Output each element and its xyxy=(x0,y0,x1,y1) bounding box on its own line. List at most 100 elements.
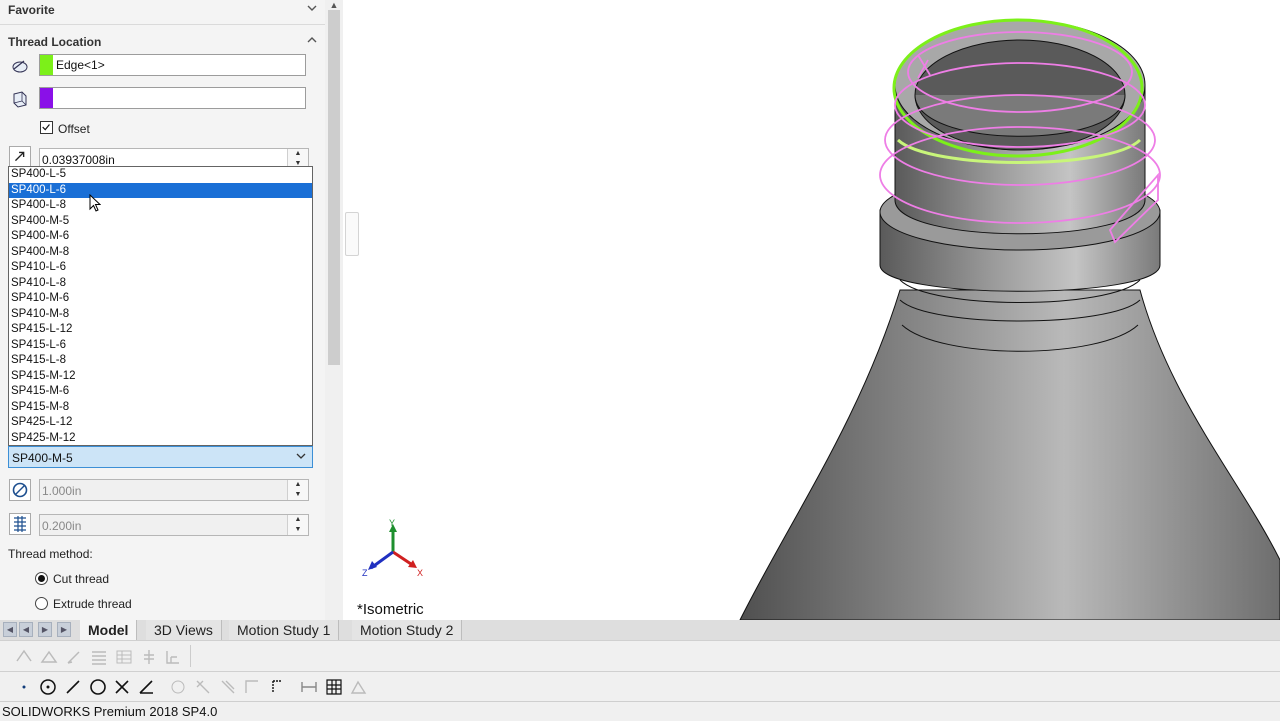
angle-icon[interactable] xyxy=(137,677,157,697)
favorite-section-header[interactable]: Favorite xyxy=(0,0,325,20)
dropdown-option[interactable]: SP400-M-5 xyxy=(9,214,312,230)
edge-selection-icon xyxy=(12,60,28,73)
table-icon[interactable] xyxy=(114,647,134,667)
arrow-icon xyxy=(14,151,25,162)
divider xyxy=(0,24,325,25)
panel-scrollbar[interactable]: ▲ xyxy=(325,0,343,620)
panel-collapse-handle[interactable] xyxy=(345,212,359,256)
toolbar-divider xyxy=(190,645,191,667)
dropdown-option[interactable]: SP400-M-6 xyxy=(9,229,312,245)
annotation-toolbar xyxy=(0,640,1280,672)
dropdown-option[interactable]: SP415-L-8 xyxy=(9,353,312,369)
dropdown-option[interactable]: SP415-M-8 xyxy=(9,400,312,416)
thread-size-dropdown-list[interactable]: SP400-L-5 SP400-L-6 SP400-L-8 SP400-M-5 SP40… xyxy=(8,166,313,446)
pencil-icon[interactable] xyxy=(64,647,84,667)
note-icon[interactable] xyxy=(39,647,59,667)
relation-icon[interactable] xyxy=(349,677,369,697)
cut-thread-radio[interactable] xyxy=(35,572,48,585)
pitch-icon xyxy=(9,513,31,535)
triad-z-label: Z xyxy=(362,568,368,578)
status-bar: SOLIDWORKS Premium 2018 SP4.0 xyxy=(0,701,1280,721)
dropdown-option[interactable]: SP410-M-8 xyxy=(9,307,312,323)
point-icon[interactable] xyxy=(14,677,34,697)
edge-selection-value: Edge<1> xyxy=(56,58,105,72)
diameter-value: 1.000in xyxy=(42,484,82,498)
first-tab-icon[interactable]: ◀ xyxy=(3,622,17,637)
diameter-icon xyxy=(9,479,31,501)
edge-color-swatch xyxy=(40,55,53,75)
view-orientation-label: *Isometric xyxy=(357,601,424,618)
face-selection-box[interactable] xyxy=(39,87,306,109)
diameter-spin-buttons[interactable]: ▲ ▼ xyxy=(287,480,308,500)
graphics-area[interactable]: Y X Z xyxy=(343,0,1280,621)
tab-motion-study-1[interactable]: Motion Study 1 xyxy=(229,620,340,640)
favorite-label: Favorite xyxy=(8,3,55,17)
dropdown-option[interactable]: SP410-L-8 xyxy=(9,276,312,292)
trim-icon[interactable] xyxy=(112,677,132,697)
mirror-icon[interactable] xyxy=(193,677,213,697)
dropdown-option[interactable]: SP425-L-12 xyxy=(9,415,312,431)
offset-direction-button[interactable] xyxy=(9,146,31,168)
datum-icon[interactable] xyxy=(139,647,159,667)
model-tab-bar: ◀ ◀ ▶ ▶ Model 3D Views Motion Study 1 Mo… xyxy=(0,620,1280,640)
list-icon[interactable] xyxy=(89,647,109,667)
corner-icon[interactable] xyxy=(242,677,262,697)
triad-y-label: Y xyxy=(389,518,395,528)
tab-model[interactable]: Model xyxy=(80,620,138,640)
dropdown-option[interactable]: SP425-M-12 xyxy=(9,431,312,446)
dropdown-option[interactable]: SP415-L-12 xyxy=(9,322,312,338)
offset-label: Offset xyxy=(58,122,90,136)
pitch-spin-buttons[interactable]: ▲ ▼ xyxy=(287,515,308,535)
pitch-value: 0.200in xyxy=(42,519,82,533)
dimension-icon[interactable] xyxy=(267,677,287,697)
chevron-up-icon[interactable] xyxy=(305,33,319,47)
dropdown-option[interactable]: SP400-M-8 xyxy=(9,245,312,261)
last-tab-icon[interactable]: ▶ xyxy=(57,622,71,637)
check-icon xyxy=(42,124,50,131)
axis-triad-icon: Y X Z xyxy=(362,518,423,578)
linear-pattern-icon[interactable] xyxy=(299,677,319,697)
dropdown-option[interactable]: SP410-L-6 xyxy=(9,260,312,276)
dropdown-option[interactable]: SP400-L-6 xyxy=(9,182,312,198)
thread-location-label: Thread Location xyxy=(8,35,102,49)
slot-icon[interactable] xyxy=(218,677,238,697)
dropdown-option[interactable]: SP400-L-5 xyxy=(9,167,312,183)
scrollbar-thumb[interactable] xyxy=(328,10,340,365)
mouse-cursor-icon xyxy=(89,194,101,212)
edge-selection-box[interactable]: Edge<1> xyxy=(39,54,306,76)
offset-entities-icon[interactable] xyxy=(168,677,188,697)
dropdown-option[interactable]: SP415-M-12 xyxy=(9,369,312,385)
property-manager: Favorite Thread Location Edge<1> Offset … xyxy=(0,0,325,620)
tab-3d-views[interactable]: 3D Views xyxy=(146,620,222,640)
offset-checkbox[interactable] xyxy=(40,121,53,134)
dropdown-option[interactable]: SP415-M-6 xyxy=(9,384,312,400)
offset-distance-value: 0.03937008in xyxy=(42,153,115,167)
thread-location-section-header[interactable]: Thread Location xyxy=(0,32,325,52)
face-color-swatch xyxy=(40,88,53,108)
cut-thread-label: Cut thread xyxy=(53,572,110,586)
bottle-model xyxy=(739,18,1280,621)
ordinate-icon[interactable] xyxy=(163,647,183,667)
dropdown-option[interactable]: SP410-M-6 xyxy=(9,291,312,307)
pitch-field[interactable]: 0.200in ▲ ▼ xyxy=(39,514,309,536)
circle-icon[interactable] xyxy=(88,677,108,697)
next-tab-icon[interactable]: ▶ xyxy=(38,622,52,637)
circle-center-icon[interactable] xyxy=(38,677,58,697)
thread-size-select[interactable]: SP400-M-5 xyxy=(8,446,313,468)
diameter-field[interactable]: 1.000in ▲ ▼ xyxy=(39,479,309,501)
extrude-thread-radio[interactable] xyxy=(35,597,48,610)
tab-motion-study-2[interactable]: Motion Study 2 xyxy=(352,620,463,640)
dropdown-option[interactable]: SP400-L-8 xyxy=(9,198,312,214)
dropdown-option[interactable]: SP415-L-6 xyxy=(9,338,312,354)
triad-x-label: X xyxy=(417,568,423,578)
face-selection-icon xyxy=(13,91,27,108)
thread-size-selected-value: SP400-M-5 xyxy=(12,451,73,465)
chevron-down-icon[interactable] xyxy=(305,1,319,15)
line-icon[interactable] xyxy=(63,677,83,697)
grid-icon[interactable] xyxy=(324,677,344,697)
prev-tab-icon[interactable]: ◀ xyxy=(19,622,33,637)
chevron-down-icon xyxy=(296,453,306,459)
thread-method-label: Thread method: xyxy=(8,547,93,561)
scroll-up-arrow-icon[interactable]: ▲ xyxy=(328,0,340,10)
smart-dimension-icon[interactable] xyxy=(14,647,34,667)
